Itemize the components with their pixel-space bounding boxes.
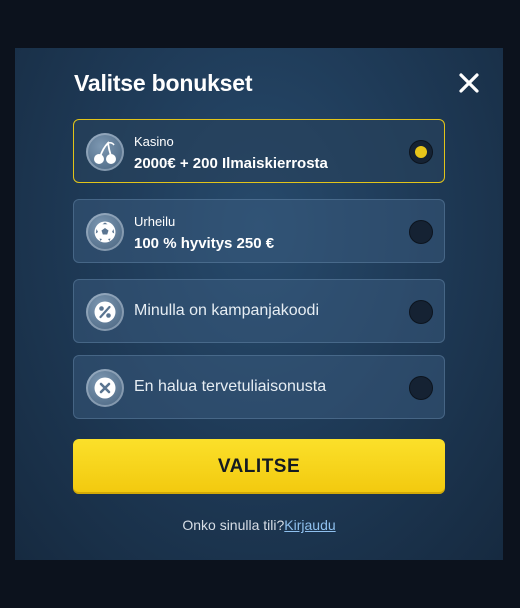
option-offer: 100 % hyvitys 250 € [134, 235, 275, 252]
radio-selected[interactable] [409, 140, 433, 164]
x-circle-icon [86, 369, 124, 407]
login-prompt-text: Onko sinulla tili? [182, 517, 285, 533]
radio-unselected[interactable] [409, 220, 433, 244]
login-prompt: Onko sinulla tili?Kirjaudu [15, 517, 503, 533]
option-category: Urheilu [134, 214, 176, 229]
option-no-bonus[interactable]: En halua tervetuliaisonusta [73, 355, 445, 419]
radio-dot [415, 146, 427, 158]
option-casino[interactable]: Kasino 2000€ + 200 Ilmaiskierrosta [73, 119, 445, 183]
percent-icon [86, 293, 124, 331]
option-offer: 2000€ + 200 Ilmaiskierrosta [134, 155, 328, 172]
option-label: En halua tervetuliaisonusta [134, 378, 327, 395]
select-button[interactable]: VALITSE [73, 439, 445, 494]
bonus-select-modal: Valitse bonukset Kasino 2000€ + 200 Ilma… [15, 48, 503, 560]
close-icon[interactable] [456, 70, 482, 96]
login-link[interactable]: Kirjaudu [284, 517, 335, 533]
soccer-ball-icon [86, 213, 124, 251]
radio-unselected[interactable] [409, 300, 433, 324]
option-category: Kasino [134, 134, 174, 149]
modal-title: Valitse bonukset [74, 70, 253, 96]
option-label: Minulla on kampanjakoodi [134, 302, 319, 319]
radio-unselected[interactable] [409, 376, 433, 400]
option-sports[interactable]: Urheilu 100 % hyvitys 250 € [73, 199, 445, 263]
cherries-icon [86, 133, 124, 171]
option-promo-code[interactable]: Minulla on kampanjakoodi [73, 279, 445, 343]
